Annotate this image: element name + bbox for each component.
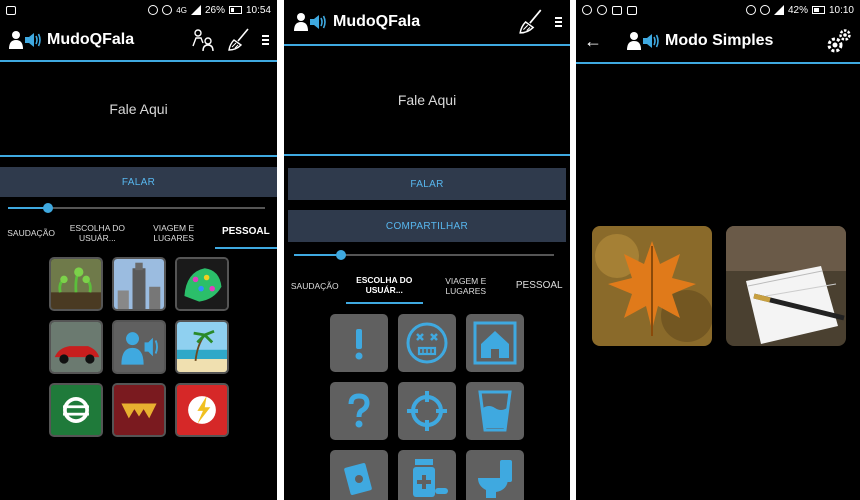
- alarm-icon: [162, 5, 173, 15]
- money-icon: [344, 463, 372, 495]
- clock: 10:54: [245, 4, 271, 16]
- alarm-icon: [759, 5, 770, 15]
- notebook-pen-card[interactable]: [726, 226, 846, 346]
- medicine-icon: [413, 459, 448, 497]
- question-icon: [348, 393, 370, 428]
- speak-input[interactable]: Fale Aqui: [284, 46, 570, 156]
- simple-mode-icon[interactable]: [190, 28, 216, 52]
- target-icon: [407, 391, 447, 431]
- broom-icon[interactable]: [519, 9, 543, 35]
- autumn-leaf-photo: [592, 226, 712, 346]
- tab-escolha-do-usuario[interactable]: ESCOLHA DO USUÁR...: [345, 268, 423, 304]
- category-tabs: SAUDAÇÃO ESCOLHA DO USUÁR... VIAGEM E LU…: [0, 217, 277, 249]
- exclamation-icon: [355, 329, 363, 360]
- screen-modo-simples: 42% 10:10 ← Modo Simples: [576, 0, 860, 500]
- red-car-photo-tile[interactable]: [48, 320, 103, 374]
- plants-photo-tile[interactable]: [48, 257, 103, 311]
- speak-button[interactable]: FALAR: [288, 168, 566, 200]
- app-logo-tile[interactable]: [111, 320, 166, 374]
- speech-rate-slider[interactable]: [284, 248, 570, 262]
- speak-input[interactable]: Fale Aqui: [0, 62, 277, 157]
- gallery-notification-icon: [6, 5, 16, 15]
- pictogram-grid: [0, 257, 277, 437]
- water-glass-icon: [478, 390, 512, 432]
- screen-pessoal: 4G 26% 10:54 MudoQFala Fale Aqui FALAR S…: [0, 0, 277, 500]
- app-title: MudoQFala: [333, 13, 421, 30]
- category-tabs: SAUDAÇÃO ESCOLHA DO USUÁR... VIAGEM E LU…: [284, 268, 570, 304]
- battery-percent: 26%: [204, 4, 225, 16]
- settings-gears-icon[interactable]: [826, 28, 852, 54]
- person-speaker-icon: [294, 13, 326, 31]
- house-icon: [473, 321, 517, 365]
- clock: 10:10: [828, 4, 854, 16]
- tab-pessoal[interactable]: PESSOAL: [509, 268, 571, 304]
- app-bar: MudoQFala: [0, 20, 277, 62]
- money-tile[interactable]: [330, 450, 388, 500]
- target-tile[interactable]: [398, 382, 456, 440]
- sick-face-icon: [406, 322, 448, 364]
- speech-rate-slider[interactable]: [0, 201, 277, 215]
- person-speaker-icon: [627, 32, 659, 50]
- data-saver-icon: [148, 5, 159, 15]
- tab-escolha-do-usuario[interactable]: ESCOLHA DO USUÁR...: [62, 217, 132, 249]
- tab-saudacao[interactable]: SAUDAÇÃO: [0, 217, 62, 249]
- battery-percent: 42%: [787, 4, 808, 16]
- notebook-pen-photo: [726, 226, 846, 346]
- whatsapp-notification-icon: [597, 5, 607, 15]
- exclamation-tile[interactable]: [330, 314, 388, 372]
- leopard-art-tile[interactable]: [174, 257, 229, 311]
- share-button[interactable]: COMPARTILHAR: [288, 210, 566, 242]
- overflow-menu-icon[interactable]: [555, 17, 562, 27]
- battery-icon: [811, 6, 825, 14]
- question-tile[interactable]: [330, 382, 388, 440]
- toilet-tile[interactable]: [466, 450, 524, 500]
- app-logo: Modo Simples: [626, 30, 773, 52]
- person-speaker-icon: [9, 31, 41, 49]
- tower-photo-tile[interactable]: [111, 257, 166, 311]
- battery-icon: [228, 6, 242, 14]
- back-arrow-icon[interactable]: ←: [584, 31, 602, 52]
- overflow-menu-icon[interactable]: [262, 35, 269, 45]
- speak-button[interactable]: FALAR: [0, 167, 277, 197]
- app-title: MudoQFala: [47, 31, 135, 48]
- water-glass-tile[interactable]: [466, 382, 524, 440]
- green-lantern-icon-tile[interactable]: [48, 383, 103, 437]
- network-type: 4G: [176, 5, 187, 15]
- wonder-woman-icon-tile[interactable]: [111, 383, 166, 437]
- app-logo: MudoQFala: [292, 11, 420, 33]
- tab-saudacao[interactable]: SAUDAÇÃO: [284, 268, 346, 304]
- app-bar: ← Modo Simples: [576, 20, 860, 64]
- tab-pessoal[interactable]: PESSOAL: [214, 217, 277, 249]
- app-bar: MudoQFala: [284, 0, 570, 46]
- status-bar: 42% 10:10: [576, 0, 860, 20]
- app-logo: MudoQFala: [8, 29, 134, 51]
- chat-notification-icon: [582, 5, 592, 15]
- signal-icon: [773, 5, 784, 15]
- tab-viagem-e-lugares[interactable]: VIAGEM E LUGARES: [133, 217, 215, 249]
- house-tile[interactable]: [466, 314, 524, 372]
- screen-title: Modo Simples: [665, 32, 774, 49]
- screen-escolha-do-usuario: MudoQFala Fale Aqui FALAR COMPARTILHAR S…: [284, 0, 570, 500]
- flash-icon-tile[interactable]: [174, 383, 229, 437]
- signal-icon: [190, 5, 201, 15]
- telegram-notification-icon: [612, 5, 622, 15]
- do-not-disturb-icon: [745, 5, 756, 15]
- sick-face-tile[interactable]: [398, 314, 456, 372]
- toilet-icon: [478, 460, 512, 498]
- autumn-leaf-card[interactable]: [592, 226, 712, 346]
- pictogram-grid: [284, 314, 570, 500]
- gallery-notification-icon: [627, 5, 637, 15]
- tab-viagem-e-lugares[interactable]: VIAGEM E LUGARES: [423, 268, 509, 304]
- medicine-tile[interactable]: [398, 450, 456, 500]
- status-bar: 4G 26% 10:54: [0, 0, 277, 20]
- broom-icon[interactable]: [228, 28, 250, 52]
- beach-photo-tile[interactable]: [174, 320, 229, 374]
